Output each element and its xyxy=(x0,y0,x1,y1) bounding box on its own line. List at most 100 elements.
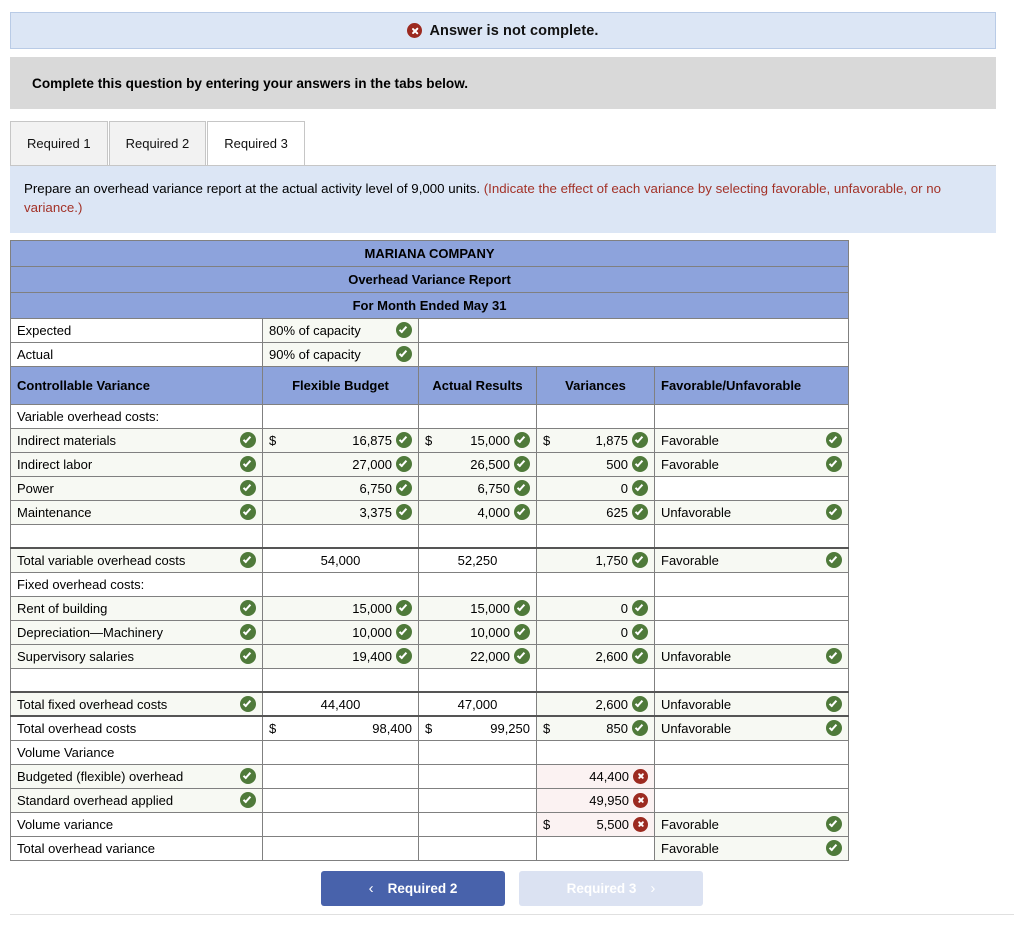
spacer-cell xyxy=(418,523,537,549)
favorability-cell[interactable]: Favorable xyxy=(653,547,850,573)
next-required-button[interactable]: Required 3 › xyxy=(519,870,703,906)
actual-cell[interactable] xyxy=(418,811,537,837)
flexible-cell[interactable]: 10,000 xyxy=(262,619,419,645)
tab-required-2[interactable]: Required 2 xyxy=(108,121,207,165)
variance-cell[interactable]: 1,750 xyxy=(536,547,655,573)
actual-cell[interactable] xyxy=(418,787,537,813)
favorability-cell[interactable]: Favorable xyxy=(653,835,850,861)
favorability-cell[interactable] xyxy=(653,595,850,621)
flexible-cell[interactable]: 3,375 xyxy=(262,499,419,525)
flexible-currency-symbol: $ xyxy=(269,720,277,736)
variance-cell[interactable]: $850 xyxy=(536,715,655,741)
flexible-cell[interactable] xyxy=(262,787,419,813)
spacer-cell xyxy=(653,667,850,693)
spacer-cell xyxy=(418,667,537,693)
actual-check-icon xyxy=(514,504,530,521)
row-label: Maintenance xyxy=(17,504,92,520)
variance-cell[interactable] xyxy=(536,835,655,861)
flexible-cell[interactable]: 15,000 xyxy=(262,595,419,621)
flexible-cell[interactable] xyxy=(262,835,419,861)
row-label: Indirect materials xyxy=(17,432,116,448)
flexible-cell[interactable]: $98,400 xyxy=(262,715,419,741)
row-label-cell[interactable]: Total fixed overhead costs xyxy=(10,691,263,717)
flexible-cell[interactable] xyxy=(262,811,419,837)
variance-cell[interactable]: 0 xyxy=(536,619,655,645)
favorability-cell[interactable]: Favorable xyxy=(653,427,850,453)
actual-cell[interactable]: $15,000 xyxy=(418,427,537,453)
variance-check-icon xyxy=(632,648,648,665)
row-label-cell[interactable]: Total variable overhead costs xyxy=(10,547,263,573)
favorability-cell[interactable] xyxy=(653,475,850,501)
flexible-value: 98,400 xyxy=(372,720,412,736)
row-label-cell[interactable]: Rent of building xyxy=(10,595,263,621)
favorability-cell[interactable]: Unfavorable xyxy=(653,643,850,669)
column-header: Controllable Variance xyxy=(10,365,263,405)
capacity-value-cell[interactable]: 80% of capacity xyxy=(262,317,419,343)
favorability-cell[interactable]: Favorable xyxy=(653,811,850,837)
favorability-cell[interactable]: Favorable xyxy=(653,451,850,477)
flexible-cell[interactable] xyxy=(262,763,419,789)
spacer-cell xyxy=(10,667,263,693)
variance-cell[interactable]: 44,400 xyxy=(536,763,655,789)
row-label-check-icon xyxy=(240,432,256,449)
actual-cell[interactable]: 52,250 xyxy=(418,547,537,573)
variance-cell[interactable]: 0 xyxy=(536,595,655,621)
tab-label: Required 3 xyxy=(224,136,288,151)
actual-cell[interactable]: 47,000 xyxy=(418,691,537,717)
variance-check-icon xyxy=(632,696,648,713)
favorability-cell[interactable]: Unfavorable xyxy=(653,691,850,717)
variance-cell[interactable]: 2,600 xyxy=(536,691,655,717)
row-label-cell[interactable]: Power xyxy=(10,475,263,501)
variance-cell[interactable]: 500 xyxy=(536,451,655,477)
row-label-cell[interactable]: Indirect materials xyxy=(10,427,263,453)
tab-required-1[interactable]: Required 1 xyxy=(10,121,108,165)
capacity-value-cell[interactable]: 90% of capacity xyxy=(262,341,419,367)
variance-cell[interactable]: $5,500 xyxy=(536,811,655,837)
variance-check-icon xyxy=(632,552,648,569)
actual-cell[interactable]: 15,000 xyxy=(418,595,537,621)
actual-cell[interactable]: 4,000 xyxy=(418,499,537,525)
actual-cell[interactable]: 22,000 xyxy=(418,643,537,669)
flexible-cell[interactable]: $16,875 xyxy=(262,427,419,453)
favorability-cell[interactable] xyxy=(653,763,850,789)
variance-cell[interactable]: 625 xyxy=(536,499,655,525)
row-label-cell[interactable]: Budgeted (flexible) overhead xyxy=(10,763,263,789)
actual-cell[interactable]: 26,500 xyxy=(418,451,537,477)
favorability-cell[interactable]: Unfavorable xyxy=(653,499,850,525)
favorability-cell[interactable]: Unfavorable xyxy=(653,715,850,741)
section-empty xyxy=(262,571,419,597)
row-label: Volume variance xyxy=(17,816,114,832)
flexible-cell[interactable]: 19,400 xyxy=(262,643,419,669)
flexible-cell[interactable]: 54,000 xyxy=(262,547,419,573)
variance-value: 1,750 xyxy=(595,552,628,568)
actual-cell[interactable]: 10,000 xyxy=(418,619,537,645)
tab-required-3[interactable]: Required 3 xyxy=(207,121,305,165)
variance-cell[interactable]: $1,875 xyxy=(536,427,655,453)
actual-cell[interactable] xyxy=(418,763,537,789)
capacity-label: Expected xyxy=(10,317,263,343)
flexible-value: 54,000 xyxy=(320,552,361,568)
favorability-check-icon xyxy=(826,840,843,857)
variance-cell[interactable]: 2,600 xyxy=(536,643,655,669)
actual-cell[interactable] xyxy=(418,835,537,861)
favorability-cell[interactable] xyxy=(653,619,850,645)
flexible-check-icon xyxy=(396,600,412,617)
row-label-cell[interactable]: Supervisory salaries xyxy=(10,643,263,669)
actual-cell[interactable]: $99,250 xyxy=(418,715,537,741)
actual-cell[interactable]: 6,750 xyxy=(418,475,537,501)
actual-value: 6,750 xyxy=(477,480,510,496)
variance-cell[interactable]: 49,950 xyxy=(536,787,655,813)
row-label-cell[interactable]: Standard overhead applied xyxy=(10,787,263,813)
section-label: Variable overhead costs: xyxy=(10,403,263,429)
row-label-cell[interactable]: Depreciation—Machinery xyxy=(10,619,263,645)
flexible-cell[interactable]: 44,400 xyxy=(262,691,419,717)
variance-cell[interactable]: 0 xyxy=(536,475,655,501)
row-label-cell[interactable]: Indirect labor xyxy=(10,451,263,477)
row-label-cell[interactable]: Maintenance xyxy=(10,499,263,525)
favorability-cell[interactable] xyxy=(653,787,850,813)
favorability-value: Favorable xyxy=(661,552,719,568)
flexible-cell[interactable]: 27,000 xyxy=(262,451,419,477)
prev-required-button[interactable]: ‹ Required 2 xyxy=(321,870,505,906)
answer-status-text: Answer is not complete. xyxy=(429,22,599,39)
flexible-cell[interactable]: 6,750 xyxy=(262,475,419,501)
